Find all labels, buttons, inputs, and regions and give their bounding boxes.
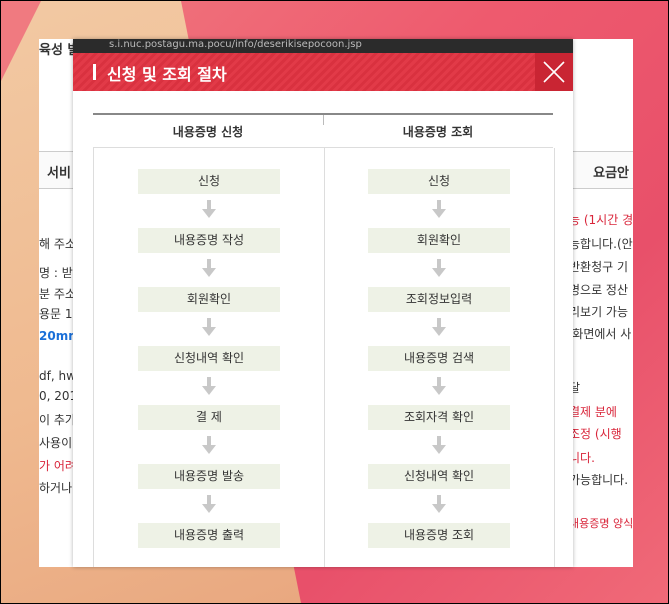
background-right-line: 명으로 정산: [569, 283, 629, 297]
browser-url: s.i.nuc.postagu.ma.pocu/info/deserikisep…: [109, 39, 362, 50]
process-step: 조회자격 확인: [368, 405, 510, 430]
arrow-down-icon: [432, 318, 446, 336]
close-button[interactable]: [535, 53, 573, 91]
background-tab-fee[interactable]: 요금안: [593, 162, 629, 181]
background-right-line: 리보기 가능: [569, 305, 629, 319]
background-right-line: 내용증명 양식: [569, 517, 633, 530]
arrow-down-icon: [202, 318, 216, 336]
arrow-down-icon: [202, 200, 216, 218]
column-divider: [324, 148, 325, 567]
background-left-line: 명 : 받: [39, 266, 73, 280]
screenshot-frame: 육성 발 서비 요금안 해 주소 명 : 받분 주소 용문 10 20mm df, hw…: [0, 0, 669, 604]
background-right-line: 능합니다.(안: [569, 237, 633, 251]
arrow-down-icon: [202, 495, 216, 513]
process-step: 내용증명 발송: [138, 464, 280, 489]
procedure-table-body: 신청 내용증명 작성 회원확인 신청내역 확인 결 제 내용증명 발송 내용증명 출력 신청 회…: [93, 148, 555, 567]
modal-title-bar: [93, 64, 96, 80]
background-right-line: '화면에서 사: [569, 327, 632, 341]
process-step: 신청: [368, 169, 510, 194]
process-step: 회원확인: [138, 287, 280, 312]
arrow-down-icon: [432, 200, 446, 218]
process-step: 결 제: [138, 405, 280, 430]
process-step: 회원확인: [368, 228, 510, 253]
arrow-down-icon: [432, 495, 446, 513]
process-step: 내용증명 검색: [368, 346, 510, 371]
procedure-modal: s.i.nuc.postagu.ma.pocu/info/deserikisep…: [73, 39, 573, 567]
arrow-down-icon: [202, 436, 216, 454]
process-step: 내용증명 출력: [138, 523, 280, 548]
arrow-down-icon: [202, 259, 216, 277]
background-right-line: 능 (1시간 경: [569, 213, 633, 227]
background-left-line: 0, 201: [39, 389, 78, 403]
background-tab-service[interactable]: 서비: [47, 162, 71, 181]
modal-title: 신청 및 조회 절차: [107, 65, 227, 84]
background-left-line: 해 주소: [39, 237, 76, 251]
arrow-down-icon: [432, 377, 446, 395]
process-step: 조회정보입력: [368, 287, 510, 312]
background-left-line: 이 추가: [39, 413, 76, 427]
arrow-down-icon: [202, 377, 216, 395]
procedure-table-header: 내용증명 신청 내용증명 조회: [93, 115, 553, 148]
background-left-line: 사용이: [39, 436, 73, 450]
procedure-table: 내용증명 신청 내용증명 조회 신청 내용증명 작성 회원확인 신청내역 확인 결 제내…: [93, 113, 555, 567]
background-right-line: 반환청구 기: [569, 260, 629, 274]
column-title-apply: 내용증명 신청: [172, 125, 244, 139]
column-title-inquiry: 내용증명 조회: [402, 125, 474, 139]
process-step: 신청내역 확인: [368, 464, 510, 489]
background-left-line: 분 주소: [39, 287, 76, 301]
arrow-down-icon: [432, 259, 446, 277]
process-step: 신청: [138, 169, 280, 194]
browser-address-bar: s.i.nuc.postagu.ma.pocu/info/deserikisep…: [73, 39, 573, 53]
process-step: 내용증명 조회: [368, 523, 510, 548]
background-right-line: 가능합니다.: [569, 473, 629, 487]
modal-header: 신청 및 조회 절차: [73, 53, 573, 91]
process-step: 내용증명 작성: [138, 228, 280, 253]
background-right-line: 결제 분에: [569, 405, 617, 419]
background-left-line: 하거나,: [39, 481, 76, 495]
close-icon: [543, 61, 565, 83]
process-step: 신청내역 확인: [138, 346, 280, 371]
arrow-down-icon: [432, 436, 446, 454]
background-right-line: 조정 (시행: [569, 427, 622, 441]
